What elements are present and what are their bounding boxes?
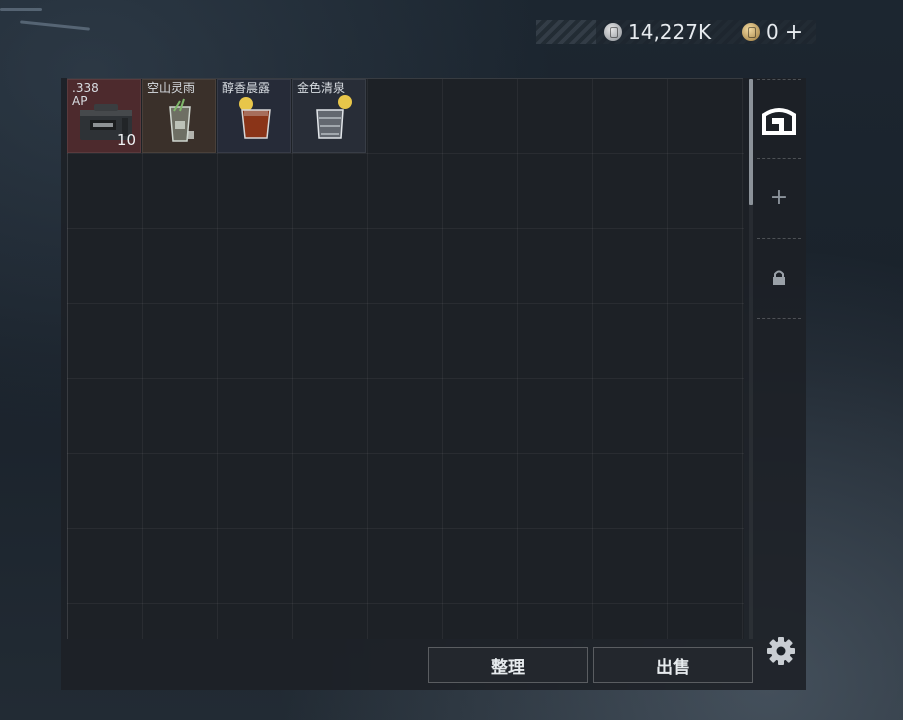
silver-currency: 14,227K	[604, 20, 711, 44]
item-name: 空山灵雨	[147, 81, 196, 95]
ceiling-light	[20, 20, 90, 31]
inventory-item-drink-3[interactable]: 金色清泉	[292, 79, 366, 153]
side-tab-column: +	[757, 79, 801, 319]
mojito-drink-icon	[169, 98, 194, 142]
silver-coin-icon	[604, 23, 622, 41]
tab-storage[interactable]	[757, 81, 801, 159]
gold-coin-icon	[742, 23, 760, 41]
tab-add[interactable]: +	[757, 159, 801, 237]
sell-button[interactable]: 出售	[593, 647, 753, 683]
tab-separator	[757, 318, 801, 319]
whiskey-drink-icon	[316, 95, 352, 139]
item-name: 金色清泉	[297, 81, 346, 95]
inventory-item-drink-1[interactable]: 空山灵雨	[142, 79, 216, 153]
storage-tab-icon	[762, 108, 796, 135]
add-currency-button[interactable]: +	[785, 20, 803, 45]
inventory-grid[interactable]	[67, 79, 744, 639]
plus-icon: +	[769, 185, 789, 210]
lock-icon	[773, 270, 785, 285]
tab-locked[interactable]	[757, 239, 801, 317]
scrollbar-thumb[interactable]	[749, 79, 753, 205]
item-name: .338 AP	[72, 81, 99, 108]
item-count: 10	[116, 131, 136, 149]
item-name: 醇香晨露	[222, 81, 271, 95]
ceiling-light	[0, 8, 42, 11]
silver-amount: 14,227K	[628, 20, 712, 44]
inventory-item-drink-2[interactable]: 醇香晨露	[217, 79, 291, 153]
inventory-item-ammo[interactable]: .338 AP 10	[67, 79, 141, 153]
sort-button[interactable]: 整理	[428, 647, 588, 683]
gear-icon[interactable]	[766, 636, 796, 666]
gold-currency[interactable]: 0 +	[742, 20, 803, 45]
gold-amount: 0	[766, 20, 779, 44]
tab-separator	[757, 79, 801, 80]
amber-drink-icon	[239, 97, 271, 139]
